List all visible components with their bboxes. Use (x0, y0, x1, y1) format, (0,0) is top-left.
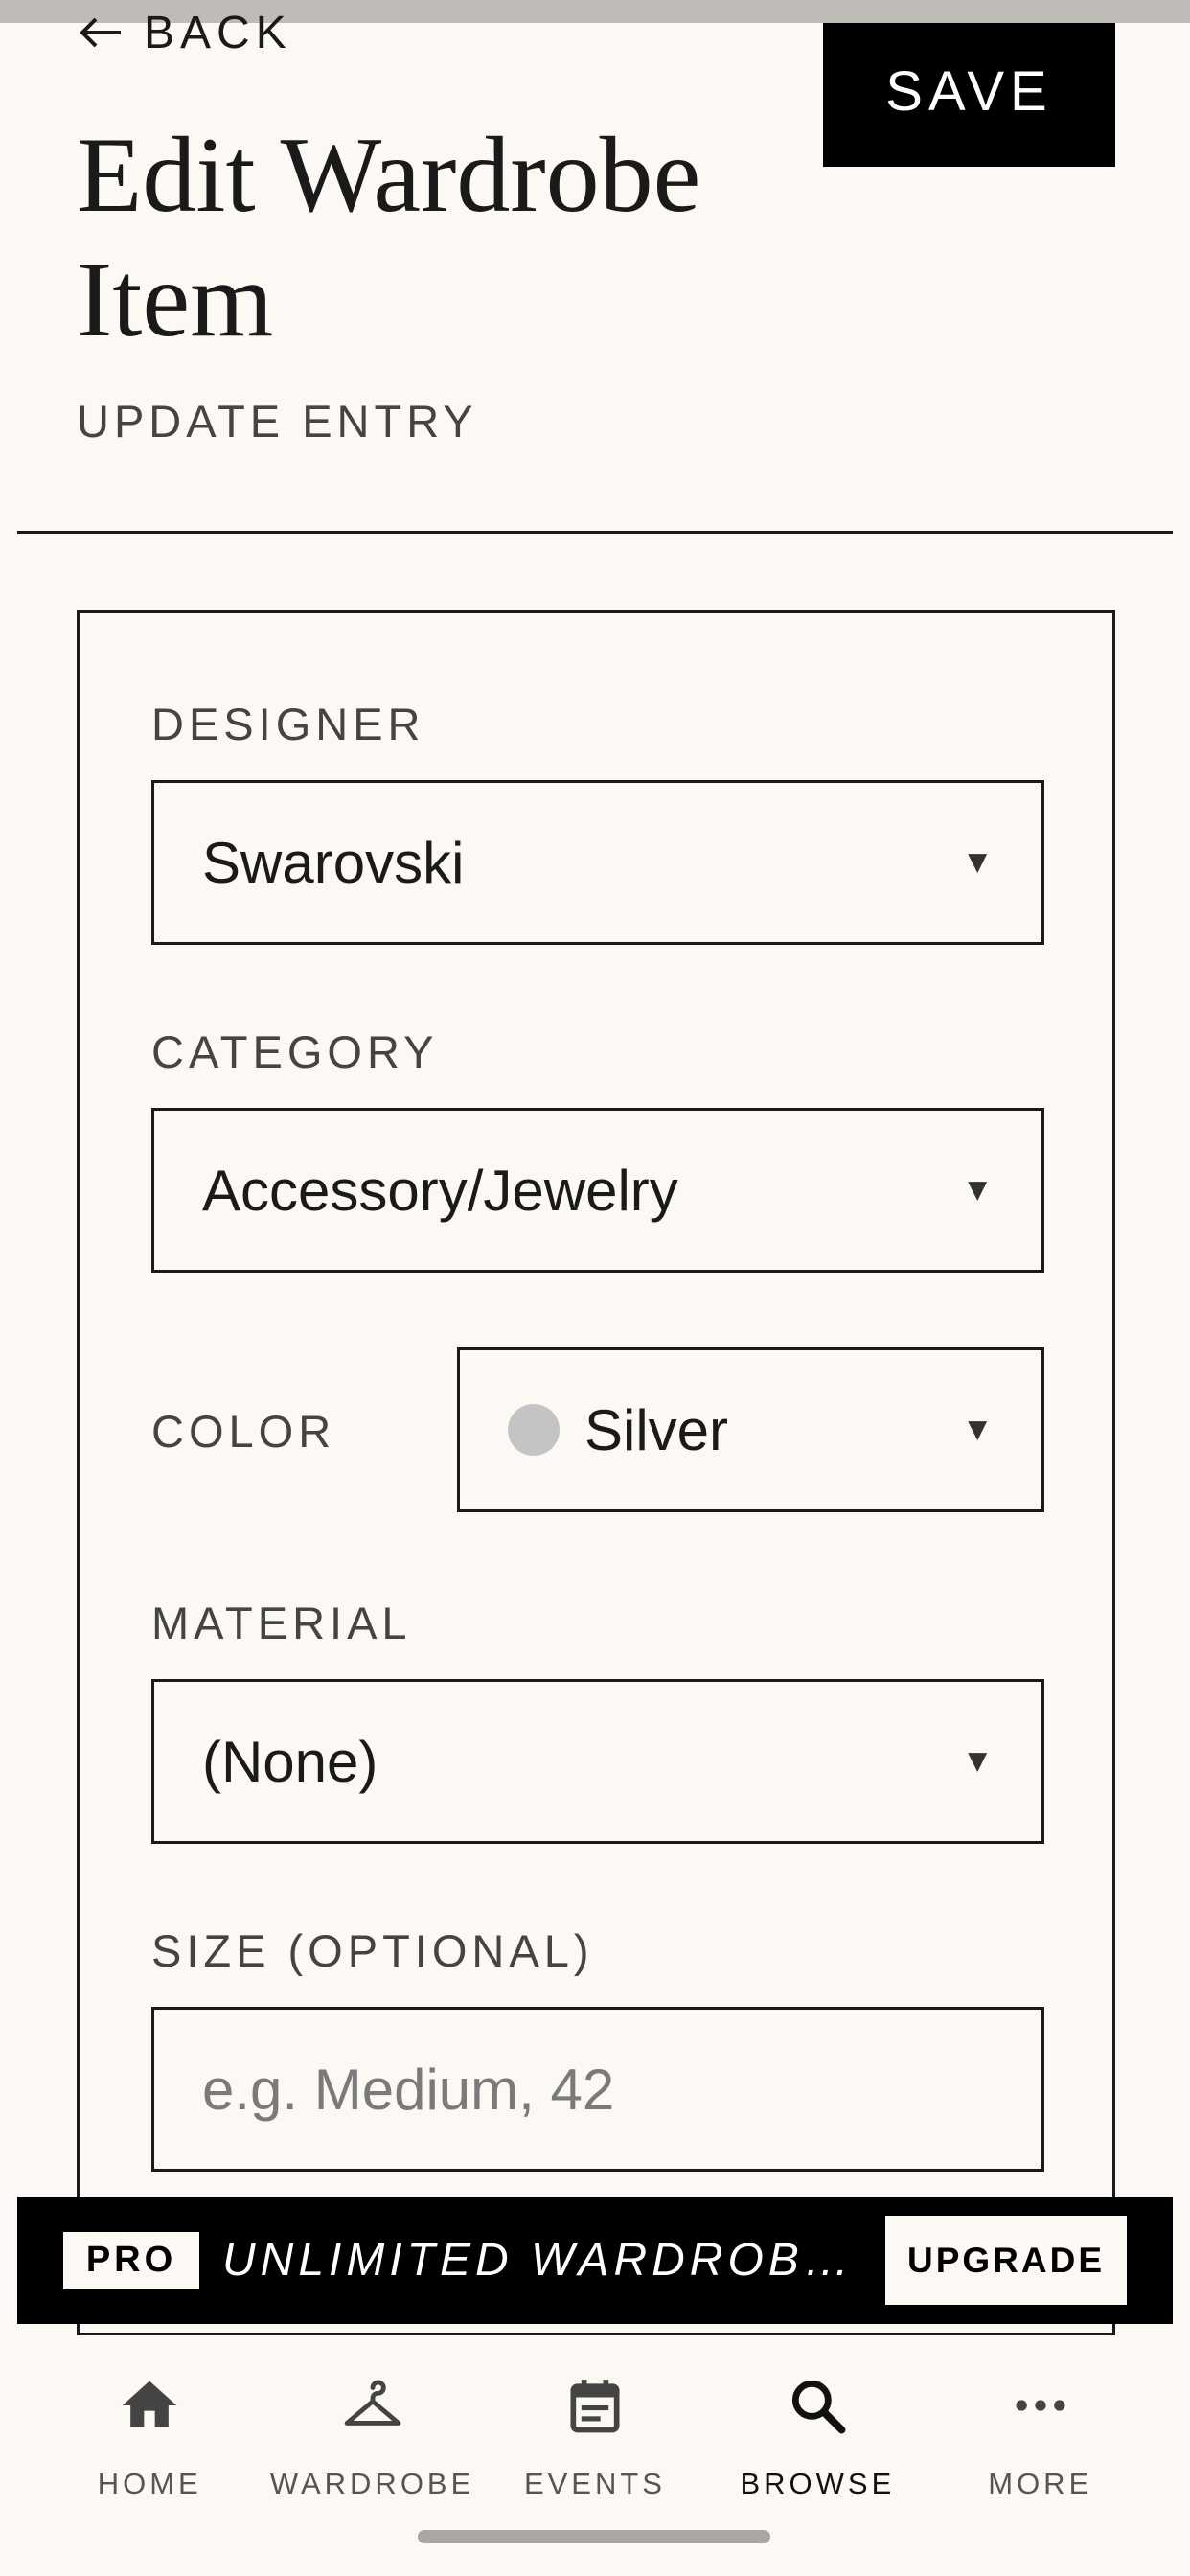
category-label: CATEGORY (151, 1026, 439, 1077)
chevron-down-icon: ▼ (961, 1411, 994, 1448)
hanger-icon (344, 2380, 400, 2426)
save-button[interactable]: SAVE (823, 23, 1115, 167)
nav-label: HOME (97, 2467, 202, 2500)
page-title: Edit Wardrobe Item (77, 116, 701, 359)
size-label: SIZE (OPTIONAL) (151, 1925, 594, 1976)
material-select[interactable]: (None) ▼ (151, 1679, 1044, 1844)
color-value: Silver (584, 1397, 729, 1462)
bottom-nav: HOME WARDROBE EVENTS BROWSE MORE (0, 2338, 1190, 2520)
arrow-left-icon (80, 17, 121, 48)
material-label: MATERIAL (151, 1598, 412, 1648)
home-icon (122, 2380, 177, 2427)
nav-label: WARDROBE (269, 2467, 475, 2500)
nav-label: BROWSE (740, 2467, 896, 2500)
designer-value: Swarovski (202, 830, 465, 895)
size-input[interactable] (151, 2007, 1044, 2172)
promo-text: UNLIMITED WARDROBE. N… (222, 2235, 883, 2286)
nav-label: EVENTS (523, 2467, 666, 2500)
category-value: Accessory/Jewelry (202, 1158, 678, 1223)
pro-promo-banner: PRO UNLIMITED WARDROBE. N… UPGRADE (17, 2196, 1173, 2324)
page-subtitle: UPDATE ENTRY (77, 396, 478, 447)
designer-label: DESIGNER (151, 699, 425, 749)
search-icon (792, 2380, 846, 2434)
nav-item-wardrobe[interactable]: WARDROBE (270, 2338, 470, 2501)
chevron-down-icon: ▼ (961, 1742, 994, 1780)
calendar-icon (570, 2380, 620, 2433)
header-divider (17, 531, 1173, 534)
upgrade-button[interactable]: UPGRADE (885, 2216, 1127, 2305)
nav-item-browse[interactable]: BROWSE (721, 2338, 913, 2501)
material-value: (None) (202, 1729, 378, 1794)
nav-item-events[interactable]: EVENTS (499, 2338, 691, 2501)
more-icon (1016, 2400, 1065, 2411)
back-link[interactable]: BACK (77, 6, 292, 59)
home-indicator (418, 2530, 770, 2543)
nav-item-home[interactable]: HOME (54, 2338, 245, 2501)
chevron-down-icon: ▼ (961, 843, 994, 881)
chevron-down-icon: ▼ (961, 1171, 994, 1208)
edit-item-form: DESIGNER Swarovski ▼ CATEGORY Accessory/… (77, 610, 1115, 2335)
nav-item-more[interactable]: MORE (945, 2338, 1136, 2501)
back-label: BACK (144, 7, 292, 58)
color-swatch (508, 1404, 560, 1456)
designer-select[interactable]: Swarovski ▼ (151, 780, 1044, 945)
color-label: COLOR (151, 1406, 336, 1457)
category-select[interactable]: Accessory/Jewelry ▼ (151, 1108, 1044, 1273)
nav-label: MORE (988, 2467, 1093, 2500)
color-select[interactable]: Silver ▼ (457, 1347, 1044, 1512)
pro-badge: PRO (63, 2231, 199, 2289)
